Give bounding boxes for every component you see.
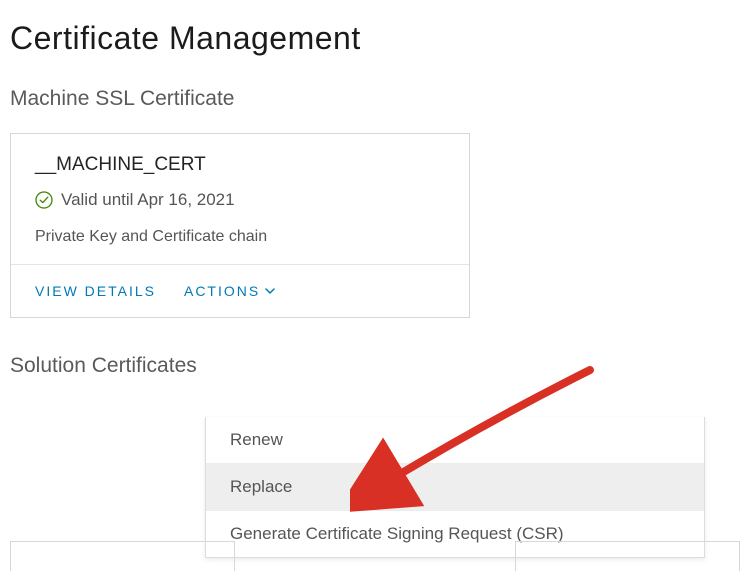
solution-cards-row	[10, 541, 740, 571]
valid-check-icon	[35, 191, 53, 209]
actions-dropdown-button[interactable]: ACTIONS	[184, 283, 276, 299]
chevron-down-icon	[264, 285, 276, 297]
solution-card-stub	[515, 541, 740, 571]
machine-cert-card: __MACHINE_CERT Valid until Apr 16, 2021 …	[10, 133, 470, 318]
cert-name: __MACHINE_CERT	[35, 154, 445, 176]
page-root: Certificate Management Machine SSL Certi…	[0, 0, 740, 378]
section-title-solution: Solution Certificates	[10, 354, 730, 378]
actions-label: ACTIONS	[184, 283, 260, 299]
card-body: __MACHINE_CERT Valid until Apr 16, 2021 …	[11, 134, 469, 264]
view-details-button[interactable]: VIEW DETAILS	[35, 283, 156, 299]
section-title-machine-ssl: Machine SSL Certificate	[10, 87, 730, 111]
validity-row: Valid until Apr 16, 2021	[35, 190, 445, 210]
validity-text: Valid until Apr 16, 2021	[61, 190, 235, 210]
solution-card-stub	[10, 541, 235, 571]
cert-description: Private Key and Certificate chain	[35, 228, 445, 246]
actions-dropdown-menu: Renew Replace Generate Certificate Signi…	[205, 417, 705, 558]
card-actions-bar: VIEW DETAILS ACTIONS	[11, 264, 469, 317]
menu-item-renew[interactable]: Renew	[206, 417, 704, 463]
menu-item-replace[interactable]: Replace	[206, 463, 704, 510]
page-title: Certificate Management	[10, 20, 730, 57]
